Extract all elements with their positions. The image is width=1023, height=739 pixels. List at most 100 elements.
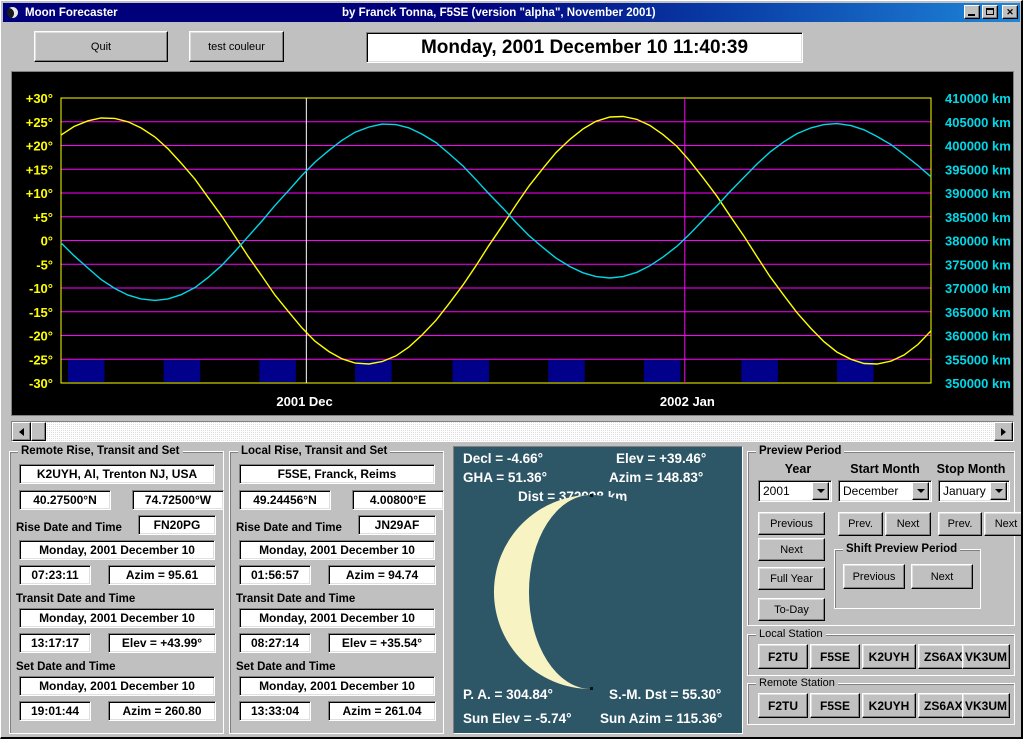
local-set-time-value: 13:33:04 xyxy=(250,704,300,718)
remote-rise-time-value: 07:23:11 xyxy=(31,568,79,582)
stop-month-prev-button[interactable]: Prev. xyxy=(938,512,982,536)
local-latitude-value: 49.24456°N xyxy=(253,493,317,507)
chevron-down-icon[interactable] xyxy=(990,482,1007,500)
remote-transit-date-value: Monday, 2001 December 10 xyxy=(39,611,195,625)
svg-text:+20°: +20° xyxy=(26,139,53,154)
local-station-button-1-label: F5SE xyxy=(819,649,850,664)
moon-gha-text: GHA = 51.36° xyxy=(463,470,548,485)
chevron-down-icon[interactable] xyxy=(812,482,829,500)
maximize-button[interactable] xyxy=(982,5,998,19)
remote-station-button-2-label: K2UYH xyxy=(868,698,910,713)
svg-text:-20°: -20° xyxy=(29,329,53,344)
full-year-button[interactable]: Full Year xyxy=(758,567,825,590)
local-station-button-4[interactable]: VK3UM xyxy=(962,644,1010,669)
year-previous-button[interactable]: Previous xyxy=(758,512,825,535)
remote-set-label: Set Date and Time xyxy=(16,661,116,673)
stop-month-next-button[interactable]: Next xyxy=(984,512,1021,536)
remote-grid-square-field[interactable]: FN20PG xyxy=(138,515,216,535)
local-rise-date-field: Monday, 2001 December 10 xyxy=(239,540,435,560)
local-rise-azimuth-value: Azim = 94.74 xyxy=(345,568,419,582)
svg-text:370000 km: 370000 km xyxy=(945,281,1011,296)
shift-preview-period-group: Shift Preview Period Previous Next xyxy=(834,543,981,609)
local-set-time-field: 13:33:04 xyxy=(239,701,311,721)
stop-month-prev-label: Prev. xyxy=(947,518,973,530)
local-station-button-1[interactable]: F5SE xyxy=(810,644,860,669)
svg-text:-10°: -10° xyxy=(29,281,53,296)
local-rise-transit-set-group: Local Rise, Transit and Set F5SE, Franck… xyxy=(229,445,444,734)
local-station-button-2[interactable]: K2UYH xyxy=(862,644,916,669)
remote-rise-date-value: Monday, 2001 December 10 xyxy=(39,543,195,557)
remote-set-date-field: Monday, 2001 December 10 xyxy=(19,676,215,696)
remote-set-time-value: 19:01:44 xyxy=(30,704,80,718)
local-grid-square-value: JN29AF xyxy=(374,518,420,532)
scroll-right-arrow-icon[interactable] xyxy=(994,422,1013,441)
chevron-down-icon[interactable] xyxy=(912,482,929,500)
remote-rise-date-field: Monday, 2001 December 10 xyxy=(19,540,215,560)
remote-transit-time-field: 13:17:17 xyxy=(19,633,91,653)
start-month-select[interactable]: December xyxy=(838,480,932,502)
local-station-button-0[interactable]: F2TU xyxy=(758,644,808,669)
start-month-next-button[interactable]: Next xyxy=(885,512,931,536)
shift-next-button[interactable]: Next xyxy=(911,564,973,589)
test-color-button[interactable]: test couleur xyxy=(189,31,284,62)
remote-station-button-2[interactable]: K2UYH xyxy=(862,693,916,718)
quit-button-label: Quit xyxy=(90,40,112,53)
scrollbar-thumb[interactable] xyxy=(31,422,46,441)
local-rise-label: Rise Date and Time xyxy=(236,522,342,534)
local-station-button-2-label: K2UYH xyxy=(868,649,910,664)
svg-text:+10°: +10° xyxy=(26,186,53,201)
local-latitude-field[interactable]: 49.24456°N xyxy=(239,490,331,510)
minimize-button[interactable] xyxy=(964,5,980,19)
remote-station-button-0[interactable]: F2TU xyxy=(758,693,808,718)
shift-previous-button[interactable]: Previous xyxy=(843,564,905,589)
local-longitude-field[interactable]: 4.00800°E xyxy=(352,490,444,510)
moon-sun-moon-distance-text: S.-M. Dst = 55.30° xyxy=(609,687,722,702)
local-set-date-field: Monday, 2001 December 10 xyxy=(239,676,435,696)
svg-text:365000 km: 365000 km xyxy=(945,305,1011,320)
local-grid-square-field[interactable]: JN29AF xyxy=(358,515,436,535)
close-button[interactable]: ✕ xyxy=(1002,5,1018,19)
remote-transit-time-value: 13:17:17 xyxy=(30,636,80,650)
svg-text:360000 km: 360000 km xyxy=(945,329,1011,344)
quit-button[interactable]: Quit xyxy=(34,31,168,62)
svg-text:385000 km: 385000 km xyxy=(945,210,1011,225)
moon-forecaster-window: Moon Forecaster by Franck Tonna, F5SE (v… xyxy=(0,0,1023,739)
svg-text:-5°: -5° xyxy=(36,257,53,272)
local-panel-title: Local Rise, Transit and Set xyxy=(238,445,391,457)
today-button[interactable]: To-Day xyxy=(758,598,825,621)
chart-horizontal-scrollbar[interactable] xyxy=(11,421,1014,442)
moon-position-angle-text: P. A. = 304.84° xyxy=(463,687,553,702)
preview-period-title: Preview Period xyxy=(756,445,845,457)
full-year-label: Full Year xyxy=(770,572,813,585)
start-month-next-label: Next xyxy=(896,518,920,530)
remote-latitude-value: 40.27500°N xyxy=(33,493,97,507)
year-select[interactable]: 2001 xyxy=(758,480,832,502)
remote-station-button-4[interactable]: VK3UM xyxy=(962,693,1010,718)
shift-preview-period-title: Shift Preview Period xyxy=(843,543,961,555)
stop-month-select[interactable]: January xyxy=(938,480,1010,502)
local-station-value: F5SE, Franck, Reims xyxy=(277,467,397,481)
remote-latitude-field[interactable]: 40.27500°N xyxy=(19,490,111,510)
scroll-left-arrow-icon[interactable] xyxy=(12,422,31,441)
local-transit-elevation-value: Elev = +35.54° xyxy=(341,636,423,650)
remote-station-group: Remote Station F2TU F5SE K2UYH ZS6AXT VK… xyxy=(747,677,1015,725)
svg-text:405000 km: 405000 km xyxy=(945,115,1011,130)
scrollbar-track[interactable] xyxy=(46,422,994,441)
local-station-field[interactable]: F5SE, Franck, Reims xyxy=(239,464,435,484)
svg-text:+25°: +25° xyxy=(26,115,53,130)
svg-text:410000 km: 410000 km xyxy=(945,91,1011,106)
local-transit-elevation-field: Elev = +35.54° xyxy=(328,633,436,653)
start-month-prev-button[interactable]: Prev. xyxy=(838,512,883,536)
remote-transit-elevation-value: Elev = +43.99° xyxy=(121,636,203,650)
remote-longitude-field[interactable]: 74.72500°W xyxy=(132,490,224,510)
remote-station-field[interactable]: K2UYH, Al, Trenton NJ, USA xyxy=(19,464,215,484)
local-rise-time-field: 01:56:57 xyxy=(239,565,311,585)
svg-text:-25°: -25° xyxy=(29,352,53,367)
year-next-button[interactable]: Next xyxy=(758,538,825,561)
title-bar: Moon Forecaster by Franck Tonna, F5SE (v… xyxy=(3,3,1020,22)
year-next-label: Next xyxy=(780,543,803,556)
remote-station-button-1[interactable]: F5SE xyxy=(810,693,860,718)
remote-rise-time-field: 07:23:11 xyxy=(19,565,91,585)
remote-grid-square-value: FN20PG xyxy=(153,518,201,532)
local-transit-time-field: 08:27:14 xyxy=(239,633,311,653)
